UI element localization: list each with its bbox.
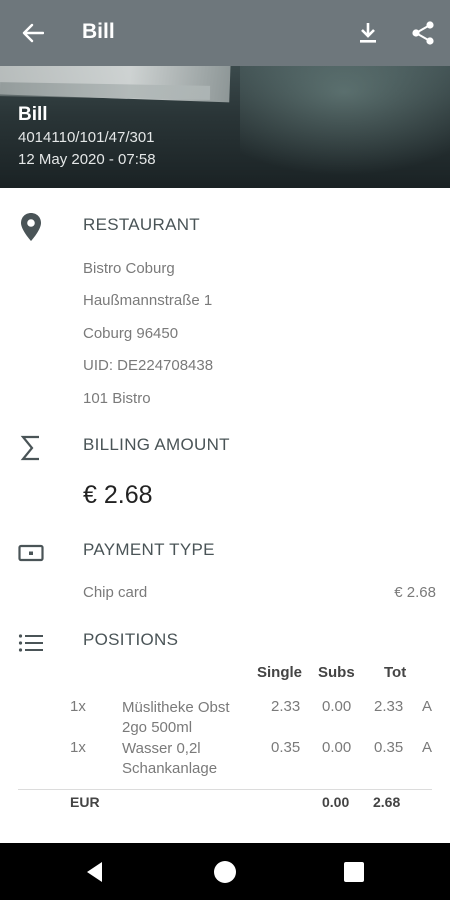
footer-subs-total: 0.00 [322,794,350,810]
download-icon[interactable] [354,18,382,48]
item-tot: 0.35 [374,739,404,756]
bill-title: Bill [18,104,48,125]
restaurant-heading: RESTAURANT [83,215,200,234]
item-qty: 1x [70,698,86,715]
column-tot: Tot [384,664,407,681]
app-bar-title: Bill [82,20,115,43]
bill-datetime: 12 May 2020 - 07:58 [18,151,156,168]
restaurant-outlet: 101 Bistro [83,390,151,407]
item-single: 0.35 [271,739,301,756]
item-single: 2.33 [271,698,301,715]
receipt-number: 4014110/101/47/301 [18,129,155,146]
nav-home-icon[interactable] [214,861,236,883]
sigma-icon [16,433,46,463]
restaurant-name: Bistro Coburg [83,260,175,277]
location-pin-icon [16,212,46,242]
nav-back-icon[interactable] [82,859,108,885]
bill-header-image: Bill 4014110/101/47/301 12 May 2020 - 07… [0,66,450,188]
item-tax: A [422,739,433,756]
positions-divider [18,789,432,790]
receipt-photo-shadow [0,82,211,100]
item-tax: A [422,698,433,715]
app-bar: Bill [0,0,450,66]
item-subs: 0.00 [322,698,352,715]
restaurant-city: Coburg 96450 [83,325,179,342]
item-name: Müslitheke Obst 2go 500ml [122,699,230,736]
payment-type-heading: PAYMENT TYPE [83,540,215,559]
item-qty: 1x [70,739,86,756]
back-arrow-icon[interactable] [18,18,48,48]
footer-currency: EUR [70,794,100,810]
billing-amount-value: € 2.68 [83,481,153,509]
positions-heading: POSITIONS [83,630,179,649]
payment-amount: € 2.68 [394,584,436,601]
photo-glow [240,66,450,176]
restaurant-street: Haußmannstraße 1 [83,292,213,309]
item-subs: 0.00 [322,739,352,756]
payment-method: Chip card [83,584,148,601]
nav-recents-icon[interactable] [344,862,364,882]
system-nav-bar [0,843,450,900]
payment-card-icon [16,538,46,568]
restaurant-uid: UID: DE224708438 [83,357,214,374]
list-icon [16,628,46,658]
item-tot: 2.33 [374,698,404,715]
column-subs: Subs [318,664,355,681]
item-name: Wasser 0,2l Schankanlage [122,740,218,777]
column-single: Single [257,664,303,681]
footer-grand-total: 2.68 [373,794,401,810]
billing-amount-heading: BILLING AMOUNT [83,435,230,454]
share-icon[interactable] [408,18,438,48]
